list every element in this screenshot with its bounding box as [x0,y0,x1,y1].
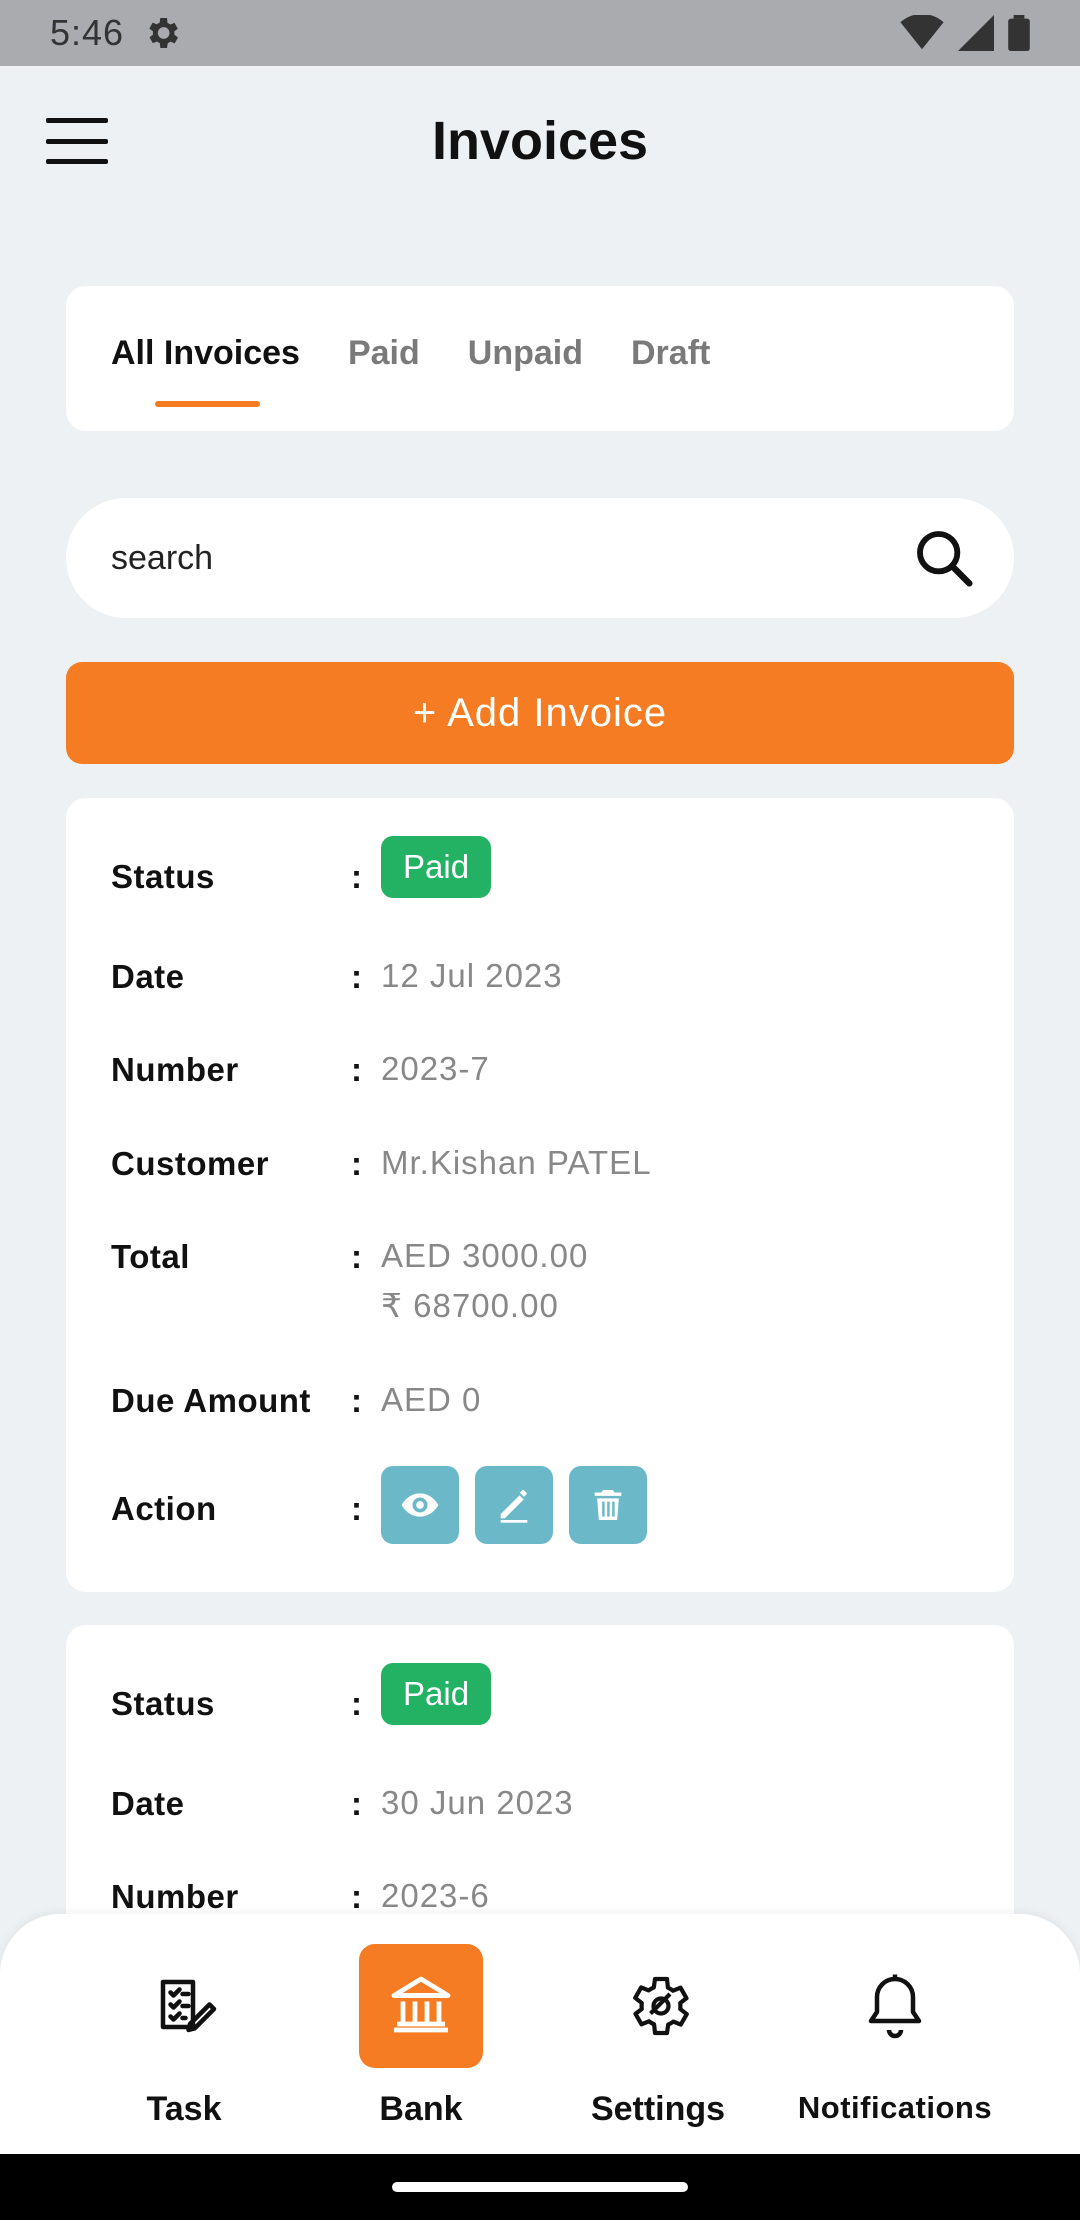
invoice-date-row: Date : 12 Jul 2023 [111,957,974,1001]
status-label: Status [111,858,215,895]
invoice-date-row: Date : 30 Jun 2023 [111,1784,974,1828]
tab-all-invoices[interactable]: All Invoices [111,334,300,407]
nav-label-settings: Settings [590,2090,726,2128]
settings-gear-icon [596,1944,720,2068]
nav-item-task[interactable]: Task [84,1944,284,2134]
separator: : [351,1785,362,1822]
invoice-due-row: Due Amount : AED 0 [111,1381,974,1425]
customer-value: Mr.Kishan PATEL [381,1144,652,1181]
status-badge: Paid [381,836,492,898]
date-label: Date [111,1785,185,1822]
invoice-total-row: Total : AED 3000.00 ₹ 68700.00 [111,1237,974,1331]
separator: : [351,1490,362,1527]
tab-unpaid[interactable]: Unpaid [468,334,583,383]
nav-item-notifications[interactable]: Notifications [795,1944,995,2134]
search-icon[interactable] [912,526,976,590]
separator: : [351,1145,362,1182]
invoice-status-row: Status : Paid [111,1663,974,1725]
due-amount-value: AED 0 [381,1381,482,1418]
task-list-icon [122,1944,246,2068]
invoice-action-row: Action : [111,1466,974,1544]
nav-label-notifications: Notifications [797,2090,993,2125]
number-label: Number [111,1051,239,1088]
nav-label-task: Task [146,2090,222,2128]
delete-invoice-button[interactable] [569,1466,647,1544]
invoice-tabs: All Invoices Paid Unpaid Draft [66,286,1014,431]
view-invoice-button[interactable] [381,1466,459,1544]
pencil-icon [500,1490,529,1523]
nav-item-settings[interactable]: Settings [558,1944,758,2134]
add-invoice-button[interactable]: + Add Invoice [66,662,1014,764]
separator: : [351,1685,362,1722]
tab-draft[interactable]: Draft [631,334,710,383]
page-title: Invoices [431,111,649,171]
action-label: Action [111,1490,217,1527]
battery-icon [1008,15,1030,51]
invoice-number-row: Number : 2023-7 [111,1050,974,1094]
number-value: 2023-7 [381,1050,490,1087]
total-value: AED 3000.00 ₹ 68700.00 [381,1231,588,1331]
system-navigation-bar [0,2154,1080,2220]
separator: : [351,1238,362,1275]
home-gesture-handle[interactable] [392,2182,688,2192]
tab-paid[interactable]: Paid [348,334,420,383]
customer-label: Customer [111,1145,270,1182]
nav-item-bank[interactable]: Bank [321,1944,521,2134]
date-label: Date [111,958,185,995]
due-amount-label: Due Amount [111,1382,311,1419]
invoice-card: Status : Paid Date : 12 Jul 2023 Number … [66,798,1014,1592]
total-inr: ₹ 68700.00 [381,1287,559,1324]
date-value: 30 Jun 2023 [381,1784,574,1821]
edit-invoice-button[interactable] [475,1466,553,1544]
separator: : [351,1382,362,1419]
separator: : [351,1051,362,1088]
status-time: 5:46 [50,12,125,53]
settings-status-icon [149,18,179,48]
nav-label-bank: Bank [379,2090,463,2128]
number-label: Number [111,1878,239,1915]
separator: : [351,858,362,895]
search-input[interactable] [111,538,912,578]
separator: : [351,958,362,995]
total-label: Total [111,1238,190,1275]
date-value: 12 Jul 2023 [381,957,563,994]
status-badge: Paid [381,1663,492,1725]
bell-icon [833,1944,957,2068]
status-bar: 5:46 [0,0,1080,66]
app-header: Invoices [0,66,1080,216]
separator: : [351,1878,362,1915]
signal-icon [958,15,994,51]
search-bar [66,498,1014,618]
trash-icon [594,1490,622,1520]
status-label: Status [111,1685,215,1722]
wifi-icon [900,15,944,50]
bottom-navigation: Task Bank Settings Notifications [0,1914,1080,2154]
total-aed: AED 3000.00 [381,1237,589,1274]
eye-icon [401,1493,439,1517]
action-buttons [381,1466,647,1544]
invoice-status-row: Status : Paid [111,836,974,898]
bank-icon [359,1944,483,2068]
invoice-customer-row: Customer : Mr.Kishan PATEL [111,1144,974,1188]
